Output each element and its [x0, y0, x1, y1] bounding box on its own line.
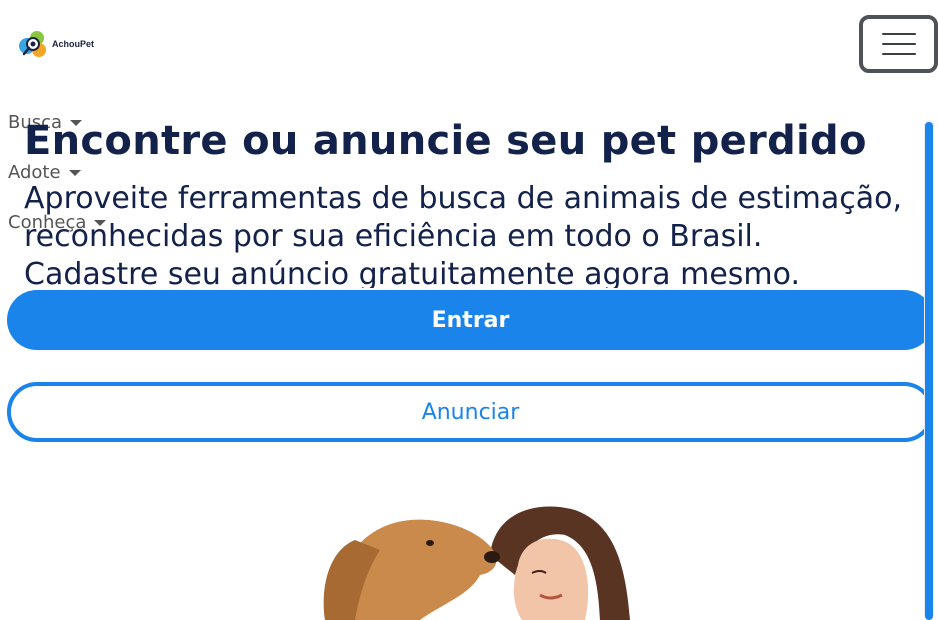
entrar-button[interactable]: Entrar [7, 290, 934, 350]
brand-logo[interactable]: AchouPet [17, 28, 94, 60]
menu-toggle-button[interactable] [859, 15, 938, 73]
hero-image [323, 506, 630, 620]
anunciar-button[interactable]: Anunciar [7, 382, 934, 442]
hamburger-icon-bar [881, 43, 916, 45]
logo-icon [19, 31, 46, 57]
scrollbar-thumb[interactable] [925, 122, 933, 620]
hamburger-icon-bar [881, 33, 916, 35]
logo-text: AchouPet [52, 39, 95, 49]
hero-title: Encontre ou anuncie seu pet perdido [24, 118, 867, 164]
hero-subtitle: Aproveite ferramentas de busca de animai… [24, 181, 903, 288]
caret-down-icon [68, 169, 81, 176]
hamburger-icon-bar [881, 53, 916, 55]
